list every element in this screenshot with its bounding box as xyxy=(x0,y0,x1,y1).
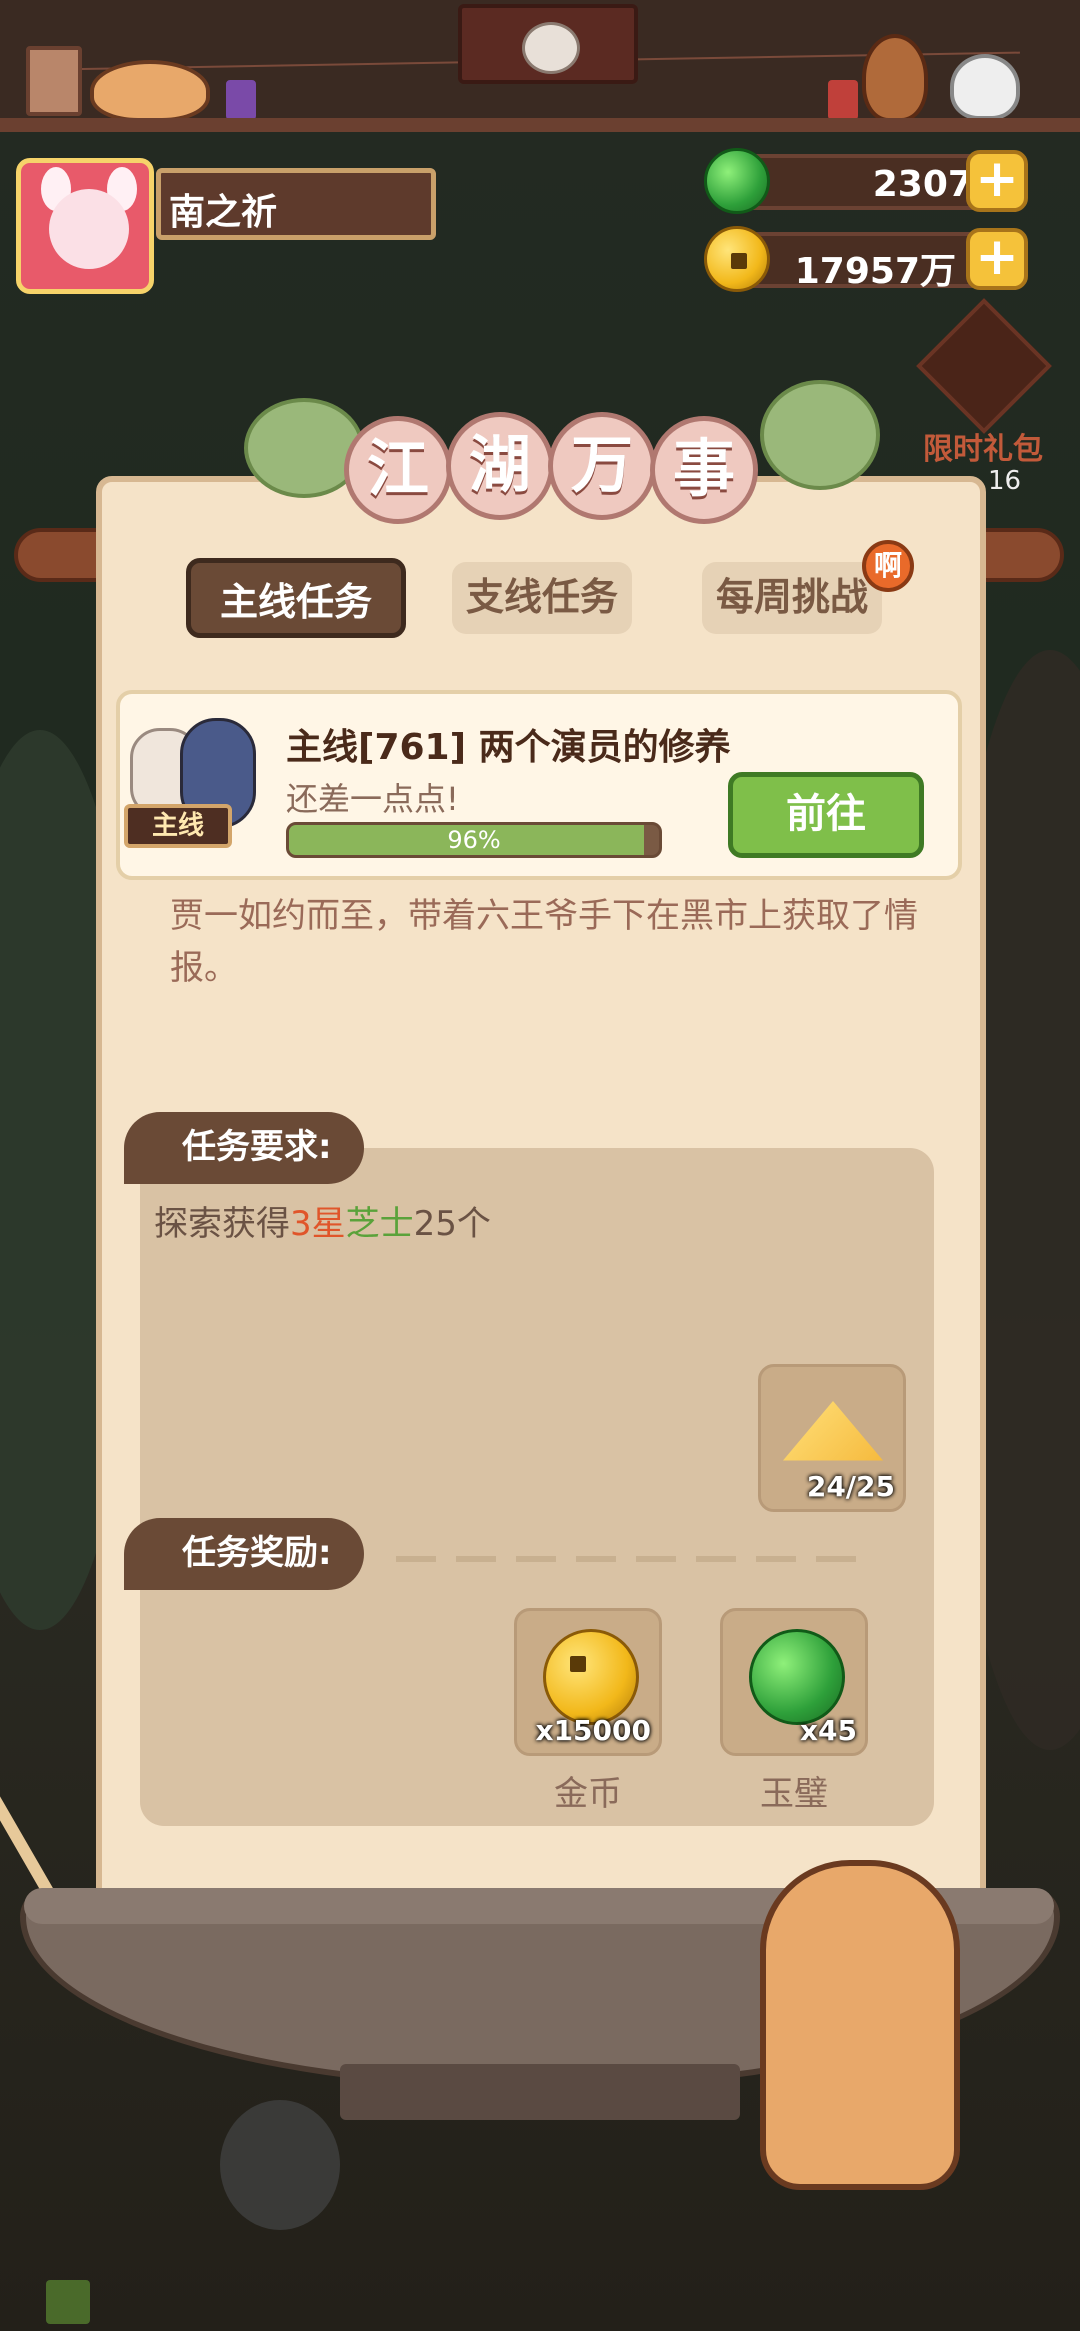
gift-chest-icon xyxy=(916,298,1052,434)
quest-type-tag: 主线 xyxy=(124,804,232,848)
player-name: 南之祈 xyxy=(169,192,278,233)
go-button[interactable]: 前往 xyxy=(728,772,924,858)
add-gold-button[interactable]: + xyxy=(966,228,1028,290)
tab-main-quest[interactable]: 主线任务 xyxy=(186,558,406,638)
gold-coin-icon xyxy=(543,1629,639,1725)
player-avatar[interactable] xyxy=(16,158,154,294)
rewards-label: 任务奖励: xyxy=(124,1518,364,1590)
leaf-decoration xyxy=(760,380,880,490)
gold-amount: 17957万 xyxy=(794,251,956,292)
reward-gold-count: x15000 xyxy=(535,1714,651,1747)
gold-coin-icon xyxy=(704,226,770,292)
limited-gift-timer: 16 xyxy=(988,466,1022,496)
quest-description: 贾一如约而至，带着六王爷手下在黑市上获取了情报。 xyxy=(170,896,918,988)
quest-title: 主线[761] 两个演员的修养 xyxy=(286,727,731,768)
limited-gift-button[interactable]: 限时礼包 16 xyxy=(916,298,1052,498)
jade-icon xyxy=(704,148,770,214)
add-jade-button[interactable]: + xyxy=(966,150,1028,212)
title-char-1: 江 xyxy=(344,416,452,524)
cat-decoration xyxy=(760,1860,960,2190)
limited-gift-label: 限时礼包 xyxy=(923,432,1043,467)
title-char-3: 万 xyxy=(548,412,656,520)
top-shelf xyxy=(0,0,1080,132)
reward-gold-label: 金币 xyxy=(554,1774,622,1814)
tab-weekly-challenge[interactable]: 每周挑战 xyxy=(702,562,882,634)
cheese-item-slot[interactable]: 24/25 xyxy=(758,1364,906,1512)
reward-gold-slot[interactable]: x15000 xyxy=(514,1608,662,1756)
quest-card: 主线 主线[761] 两个演员的修养 还差一点点! 96% 前往 xyxy=(116,690,962,880)
bottom-corner-icon[interactable] xyxy=(46,2280,90,2324)
reward-jade-label: 玉璧 xyxy=(760,1774,828,1814)
background-character xyxy=(220,2100,340,2230)
bowl-base xyxy=(340,2064,740,2120)
requirements-label: 任务要求: xyxy=(124,1112,364,1184)
tab-notification-badge: 啊 xyxy=(862,540,914,592)
cheese-count: 24/25 xyxy=(806,1470,895,1503)
quest-progress-text: 96% xyxy=(447,826,501,854)
hanging-sign xyxy=(458,4,638,84)
tab-side-quest[interactable]: 支线任务 xyxy=(452,562,632,634)
jade-disc-icon xyxy=(749,1629,845,1725)
reward-jade-count: x45 xyxy=(799,1714,857,1747)
reward-jade-slot[interactable]: x45 xyxy=(720,1608,868,1756)
requirement-text: 探索获得3星芝士25个 xyxy=(154,1204,491,1244)
title-char-2: 湖 xyxy=(446,412,554,520)
title-char-4: 事 xyxy=(650,416,758,524)
quest-progress-bar: 96% xyxy=(286,822,662,858)
quest-subtitle: 还差一点点! xyxy=(286,780,459,818)
cheese-icon xyxy=(783,1401,883,1461)
player-name-bar: 南之祈 xyxy=(156,168,436,240)
divider-dashes xyxy=(396,1556,866,1562)
